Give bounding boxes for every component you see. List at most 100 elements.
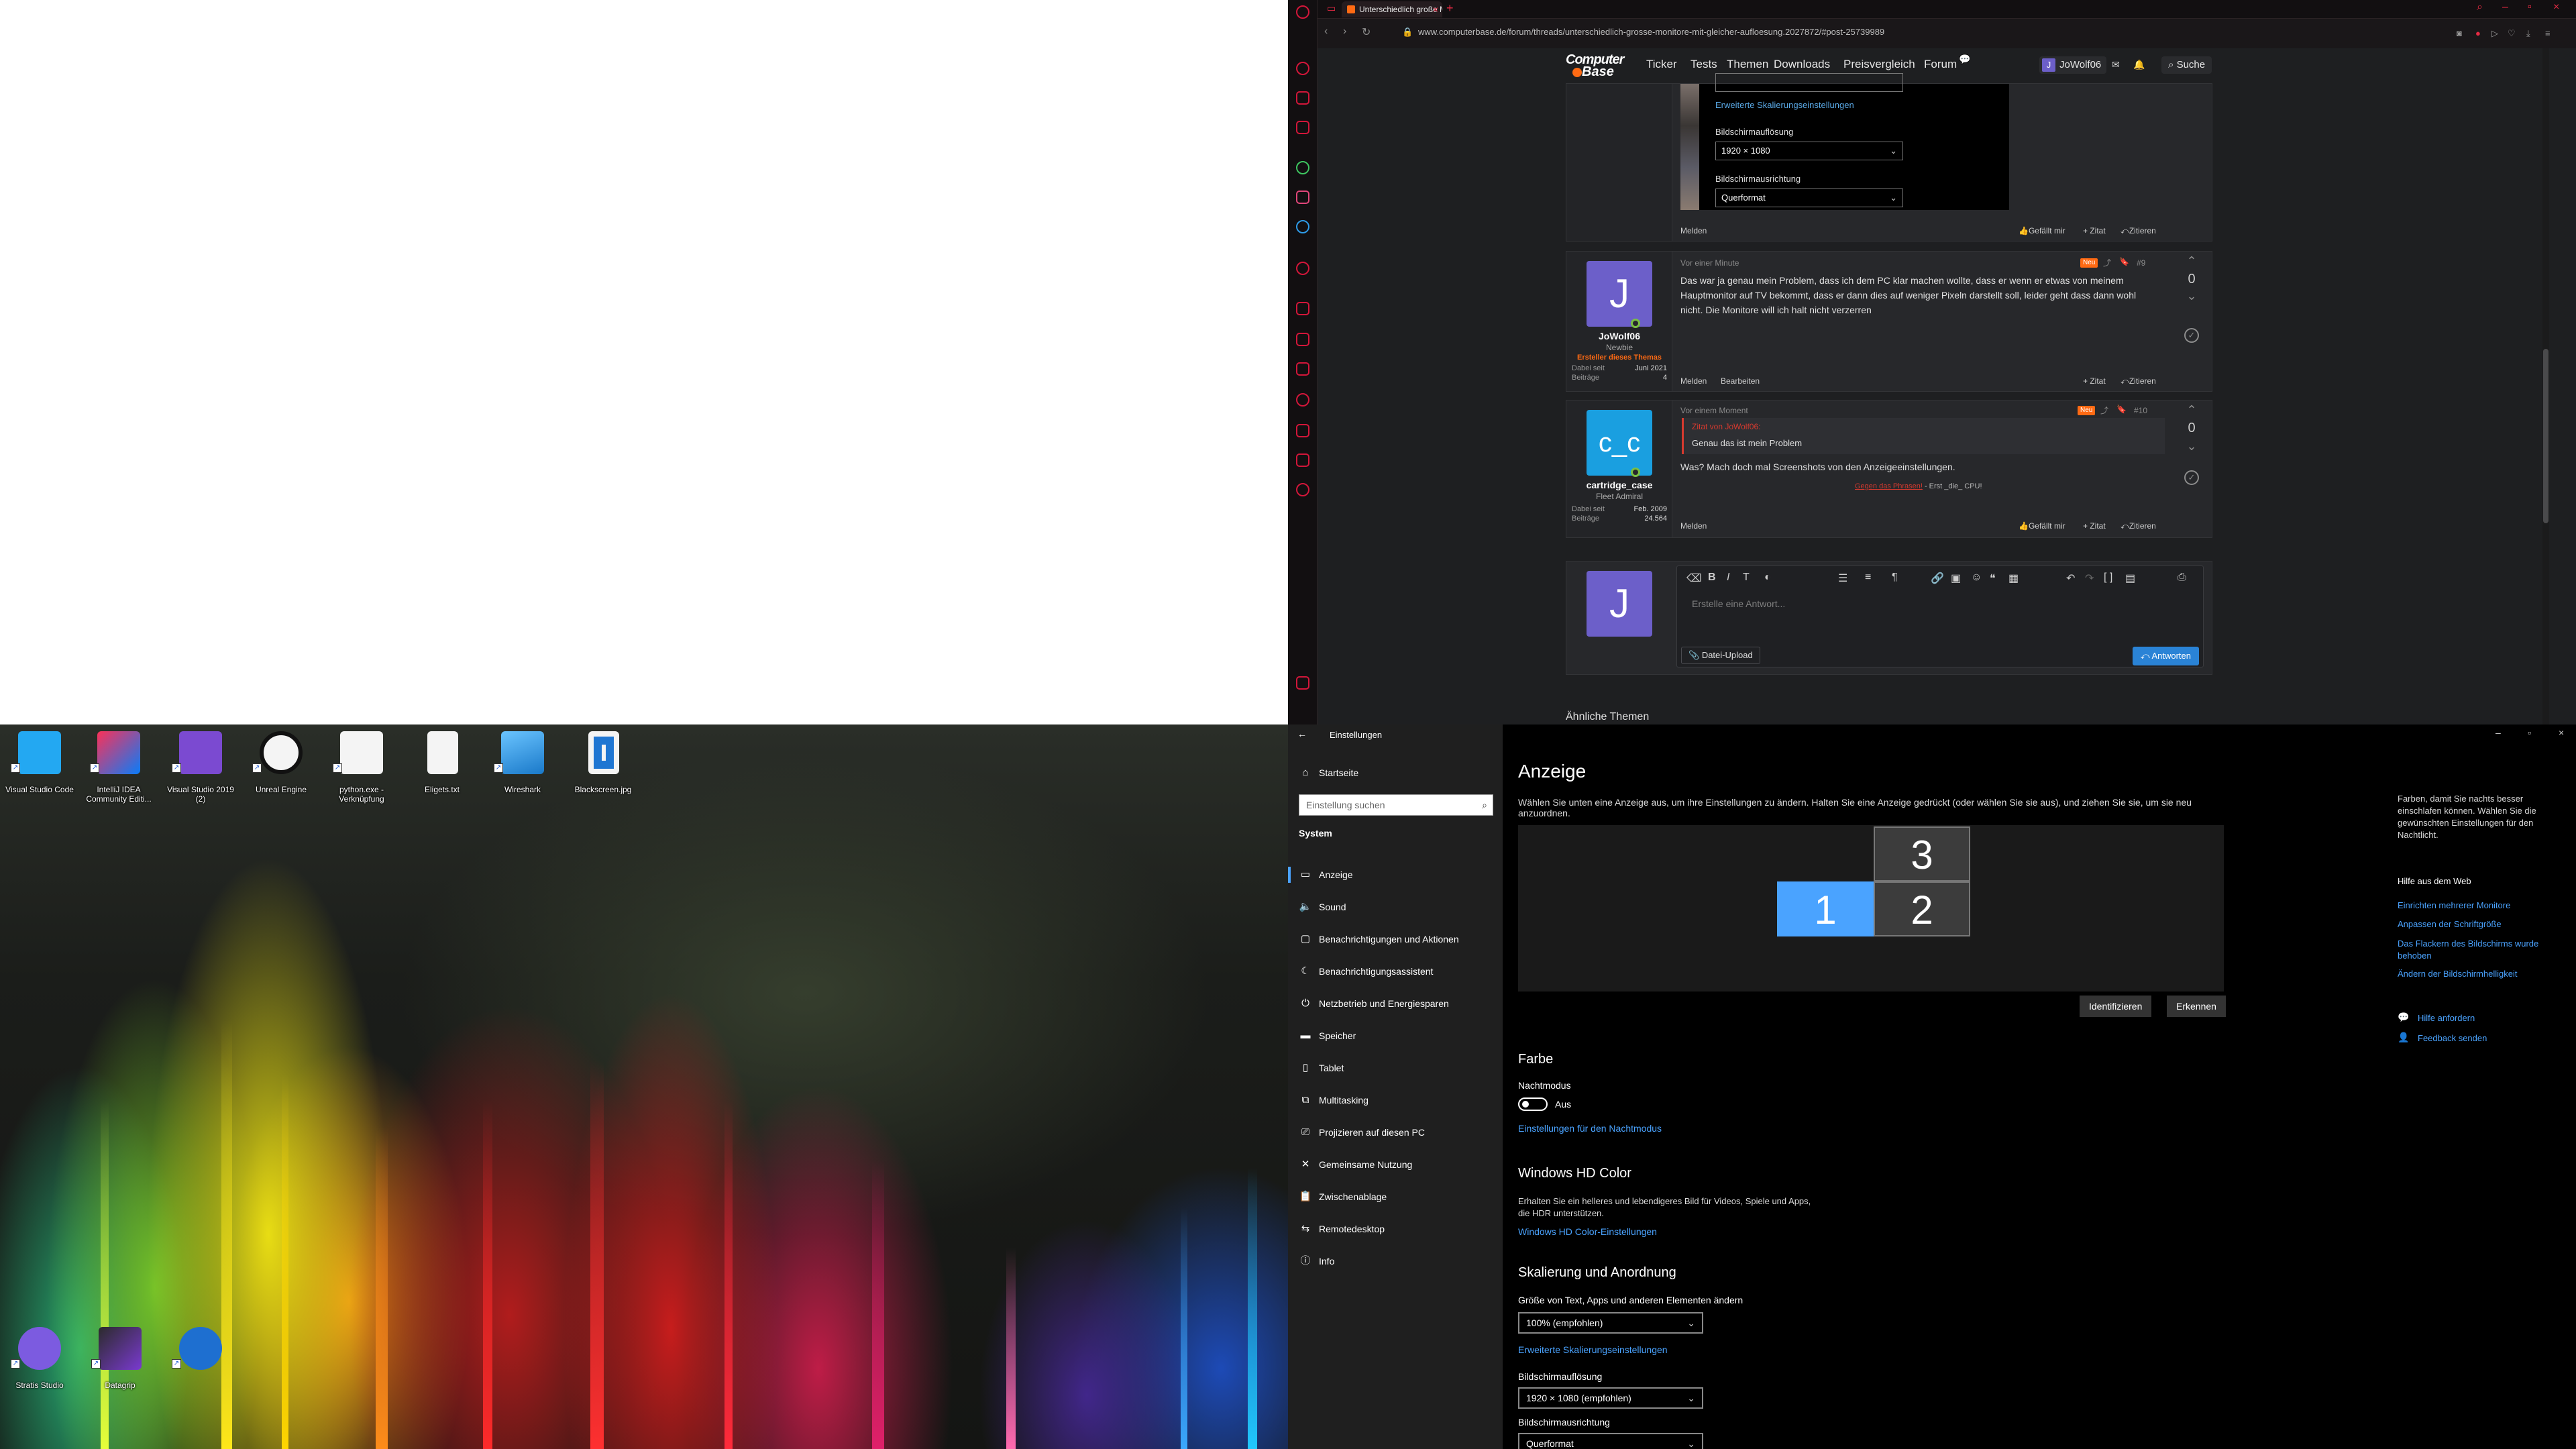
- menu-icon[interactable]: ≡: [2545, 28, 2551, 38]
- news-icon[interactable]: [1296, 362, 1309, 376]
- search-tabs-icon[interactable]: ⌕: [2477, 1, 2483, 13]
- nav-item-project[interactable]: ⎚ Projizieren auf diesen PC: [1288, 1116, 1503, 1148]
- tab-menu-icon[interactable]: ▭: [1327, 3, 1336, 14]
- quote-button[interactable]: + Zitat: [2083, 521, 2106, 531]
- new-tab-icon[interactable]: +: [1446, 1, 1454, 15]
- report-link[interactable]: Melden: [1680, 226, 1707, 235]
- nav-item-remote-desktop[interactable]: ⇆ Remotedesktop: [1288, 1213, 1503, 1245]
- share-icon[interactable]: ⤴: [2103, 257, 2111, 268]
- nav-item-anzeige[interactable]: ▭ Anzeige: [1288, 859, 1503, 891]
- nav-themen[interactable]: Themen: [1727, 58, 1768, 71]
- report-link[interactable]: Melden: [1680, 376, 1707, 386]
- heart-icon[interactable]: ♡: [2508, 28, 2516, 39]
- adblock-icon[interactable]: ●: [2475, 28, 2481, 38]
- reply-button[interactable]: ⤺Zitieren: [2121, 521, 2156, 531]
- help-link-font-size[interactable]: Anpassen der Schriftgröße: [2398, 919, 2502, 929]
- link-icon[interactable]: 🔗: [1931, 572, 1944, 585]
- night-mode-toggle[interactable]: [1518, 1097, 1548, 1111]
- avatar[interactable]: c_c: [1587, 410, 1652, 476]
- scrollbar-thumb[interactable]: [2543, 349, 2548, 523]
- night-mode-settings-link[interactable]: Einstellungen für den Nachtmodus: [1518, 1123, 1662, 1134]
- speed-dial-icon[interactable]: [1296, 302, 1309, 315]
- chat-icon[interactable]: 💬: [1959, 54, 1970, 65]
- reply-button[interactable]: ⤺Zitieren: [2121, 376, 2156, 386]
- color-icon[interactable]: ◐: [1764, 572, 1771, 584]
- opera-logo-icon[interactable]: [1296, 5, 1309, 19]
- nav-tests[interactable]: Tests: [1690, 58, 1717, 71]
- emoji-icon[interactable]: ☺: [1971, 572, 1982, 584]
- image-icon[interactable]: ▣: [1951, 572, 1961, 585]
- quote-button[interactable]: + Zitat: [2083, 376, 2106, 386]
- align-icon[interactable]: ≡: [1865, 572, 1871, 584]
- feedback-link[interactable]: Feedback senden: [2418, 1033, 2487, 1043]
- nav-item-power[interactable]: ⏻ Netzbetrieb und Energiesparen: [1288, 987, 1503, 1020]
- advanced-scaling-link[interactable]: Erweiterte Skalierungseinstellungen: [1518, 1344, 1668, 1355]
- monitor-1[interactable]: 1: [1777, 881, 1874, 936]
- share-icon[interactable]: ⤴: [2100, 405, 2108, 416]
- help-link-multiple-monitors[interactable]: Einrichten mehrerer Monitore: [2398, 900, 2510, 910]
- help-link-brightness[interactable]: Ändern der Bildschirmhelligkeit: [2398, 969, 2517, 979]
- history-icon[interactable]: [1296, 393, 1309, 407]
- upvote-icon[interactable]: ⌃: [2178, 254, 2205, 268]
- monitor-2[interactable]: 2: [1874, 881, 1970, 936]
- minimize-icon[interactable]: –: [2496, 727, 2501, 738]
- preview-icon[interactable]: ⎙: [2178, 572, 2186, 584]
- paragraph-icon[interactable]: ¶: [1892, 572, 1898, 584]
- text-size-icon[interactable]: T: [1743, 572, 1750, 584]
- report-link[interactable]: Melden: [1680, 521, 1707, 531]
- undo-icon[interactable]: ↶: [2066, 572, 2075, 585]
- nav-item-sound[interactable]: 🔈 Sound: [1288, 891, 1503, 923]
- bookmark-icon[interactable]: 🔖: [2116, 405, 2127, 414]
- twitter-icon[interactable]: [1296, 220, 1309, 233]
- like-button[interactable]: 👍Gefällt mir: [2019, 226, 2065, 235]
- nav-home[interactable]: ⌂ Startseite: [1288, 757, 1503, 789]
- help-link-flicker[interactable]: Das Flackern des Bildschirms wurde behob…: [2398, 938, 2552, 962]
- solution-check-icon[interactable]: ✓: [2184, 328, 2199, 343]
- close-tab-icon[interactable]: ×: [1433, 1, 1438, 17]
- bold-icon[interactable]: B: [1708, 572, 1716, 584]
- redo-icon[interactable]: ↷: [2085, 572, 2094, 585]
- user-menu[interactable]: J JoWolf06: [2039, 56, 2107, 74]
- username[interactable]: cartridge_case: [1566, 480, 1672, 490]
- upvote-icon[interactable]: ⌃: [2178, 403, 2205, 417]
- detect-button[interactable]: Erkennen: [2167, 996, 2226, 1017]
- solution-check-icon[interactable]: ✓: [2184, 470, 2199, 485]
- back-arrow-icon[interactable]: ←: [1297, 729, 1307, 739]
- forward-icon[interactable]: ›: [1343, 25, 1346, 38]
- bell-icon[interactable]: 🔔: [2133, 59, 2145, 70]
- nav-item-focus-assist[interactable]: ☾ Benachrichtigungsassistent: [1288, 955, 1503, 987]
- camera-icon[interactable]: ◙: [2457, 28, 2462, 38]
- minimize-icon[interactable]: –: [2502, 1, 2508, 13]
- search-button[interactable]: ⌕ Suche: [2161, 56, 2212, 74]
- reload-icon[interactable]: ↻: [1362, 25, 1371, 39]
- player-sidebar-icon[interactable]: [1296, 262, 1309, 275]
- close-icon[interactable]: ×: [2559, 727, 2564, 738]
- display-arrangement[interactable]: 1 2 3: [1518, 825, 2224, 991]
- downvote-icon[interactable]: ⌄: [2178, 439, 2205, 453]
- nav-item-multitasking[interactable]: ⧉ Multitasking: [1288, 1084, 1503, 1116]
- nav-forum[interactable]: Forum: [1924, 58, 1957, 71]
- twitch-icon[interactable]: [1296, 121, 1309, 134]
- downloads-sidebar-icon[interactable]: [1296, 424, 1309, 437]
- upload-button[interactable]: 📎 Datei-Upload: [1681, 647, 1760, 664]
- browser-tab[interactable]: Unterschiedlich große Mo... ×: [1342, 1, 1442, 17]
- close-window-icon[interactable]: ×: [2553, 1, 2559, 13]
- settings-search-input[interactable]: Einstellung suchen ⌕: [1299, 794, 1493, 816]
- list-icon[interactable]: ☰: [1838, 572, 1847, 585]
- avatar[interactable]: J: [1587, 261, 1652, 327]
- hd-color-settings-link[interactable]: Windows HD Color-Einstellungen: [1518, 1226, 1657, 1237]
- get-help-link[interactable]: Hilfe anfordern: [2418, 1013, 2475, 1023]
- bookmark-icon[interactable]: 🔖: [2119, 257, 2129, 266]
- nav-item-tablet[interactable]: ▯ Tablet: [1288, 1052, 1503, 1084]
- player-icon[interactable]: ▷: [2491, 28, 2498, 39]
- eraser-icon[interactable]: ⌫: [1686, 572, 1702, 585]
- whatsapp-icon[interactable]: [1296, 161, 1309, 174]
- nav-item-share[interactable]: ✕ Gemeinsame Nutzung: [1288, 1148, 1503, 1181]
- nav-ticker[interactable]: Ticker: [1646, 58, 1677, 71]
- nav-item-clipboard[interactable]: 📋 Zwischenablage: [1288, 1181, 1503, 1213]
- scale-dropdown[interactable]: 100% (empfohlen) ⌄: [1518, 1312, 1703, 1334]
- settings-sidebar-icon[interactable]: [1296, 483, 1309, 496]
- extensions-icon[interactable]: [1296, 453, 1309, 467]
- post-number[interactable]: #10: [2134, 406, 2147, 415]
- drafts-icon[interactable]: ▤: [2125, 572, 2135, 585]
